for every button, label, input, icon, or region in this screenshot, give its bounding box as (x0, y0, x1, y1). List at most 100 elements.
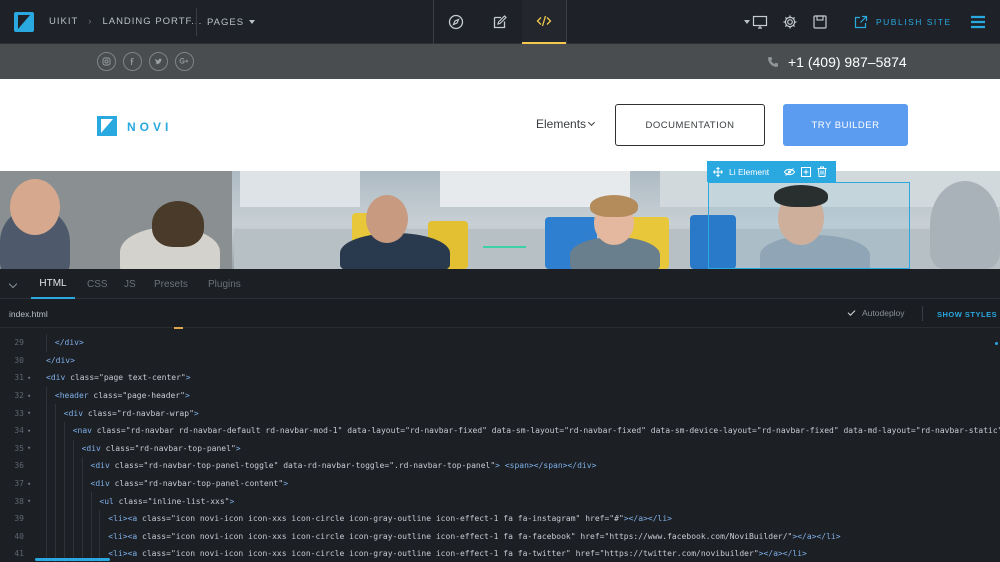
indent-guide (46, 492, 47, 510)
builder-topbar: UIKIT › LANDING PORTF... PAGES PUBLISH S… (0, 0, 1000, 44)
indent-guide (72, 439, 74, 458)
code-line[interactable]: 32 ▾ <header class="page-header"> (0, 386, 1000, 405)
code-line[interactable]: 39 <li><a class="icon novi-icon icon-xxs … (0, 510, 1000, 528)
line-number: 30 (14, 355, 24, 365)
code-text: <header class="page-header"> (54, 391, 190, 401)
twitter-icon[interactable] (149, 52, 168, 71)
tab-presets[interactable]: Presets (154, 269, 188, 299)
selected-element-outline[interactable] (708, 182, 910, 269)
breadcrumb-item-uikit[interactable]: UIKIT (49, 16, 78, 27)
indent-guide (54, 422, 56, 440)
code-text: </div> (46, 355, 75, 365)
fold-arrow-icon[interactable]: ▾ (27, 427, 31, 435)
elements-label: Elements (536, 117, 587, 131)
fold-arrow-icon[interactable]: ▾ (27, 374, 31, 382)
code-text: <li><a class="icon novi-icon icon-xxs ic… (108, 531, 841, 541)
code-line[interactable]: 36 <div class="rd-navbar-top-panel-toggle… (0, 457, 1000, 475)
code-line[interactable]: 29 </div> (0, 334, 1000, 352)
fold-arrow-icon[interactable]: ▾ (27, 409, 31, 417)
facebook-icon[interactable] (123, 52, 142, 71)
tab-js[interactable]: JS (124, 269, 136, 299)
code-line[interactable]: 35 ▾ <div class="rd-navbar-top-panel"> (0, 439, 1000, 458)
collapse-editor-icon[interactable] (8, 279, 18, 289)
code-line[interactable]: 33 ▾ <div class="rd-navbar-wrap"> (0, 404, 1000, 422)
indent-guide (81, 510, 83, 528)
autodeploy-toggle[interactable]: Autodeploy (847, 308, 905, 318)
indent-guide (46, 474, 47, 493)
site-navbar: NOVI Elements DOCUMENTATION TRY BUILDER (0, 79, 1000, 171)
mode-design[interactable] (434, 0, 478, 44)
site-brand[interactable]: NOVI (127, 120, 172, 134)
hero-background-figure (930, 181, 1000, 269)
indent-guide (54, 492, 56, 510)
compass-icon (448, 14, 464, 30)
tab-html[interactable]: HTML (31, 269, 75, 299)
code-line[interactable]: 38 ▾ <ul class="inline-list-xxs"> (0, 492, 1000, 510)
code-text: <li><a class="icon novi-icon icon-xxs ic… (108, 514, 672, 524)
code-line[interactable]: 34 ▾ <nav class="rd-navbar rd-navbar-defau… (0, 422, 1000, 440)
site-top-panel: +1 (409) 987–5874 (0, 44, 1000, 79)
trash-icon[interactable] (817, 166, 827, 177)
visibility-icon[interactable] (784, 167, 796, 177)
fold-arrow-icon[interactable]: ▾ (27, 497, 31, 505)
gear-icon[interactable] (782, 14, 798, 30)
indent-guide (46, 457, 47, 475)
element-type-label: Li Element (729, 166, 770, 177)
tab-css[interactable]: CSS (87, 269, 108, 299)
element-toolbar: Li Element (707, 161, 836, 182)
show-styles-button[interactable]: SHOW STYLES (937, 310, 997, 319)
hero-window (240, 171, 360, 207)
novi-logo-icon[interactable] (14, 12, 34, 32)
move-icon[interactable] (713, 166, 723, 177)
phone-text[interactable]: +1 (409) 987–5874 (788, 54, 907, 70)
indent-guide (46, 510, 47, 528)
breadcrumb-item-project[interactable]: LANDING PORTF... (102, 16, 202, 27)
horizontal-scrollbar[interactable] (35, 558, 110, 561)
line-number: 40 (14, 531, 24, 541)
try-builder-button[interactable]: TRY BUILDER (783, 104, 908, 146)
line-number: 35 (14, 443, 24, 453)
indent-guide (54, 474, 56, 493)
save-icon[interactable] (812, 14, 828, 30)
fold-arrow-icon[interactable]: ▾ (27, 392, 31, 400)
indent-guide (54, 457, 56, 475)
elements-menu[interactable]: Elements (536, 117, 596, 131)
monitor-icon (752, 15, 768, 29)
code-area[interactable]: 29 </div> 30 </div> 31 ▾ <div class="page text… (0, 333, 1000, 562)
indent-guide (46, 422, 47, 440)
pages-dropdown[interactable]: PAGES (196, 8, 256, 36)
code-line[interactable]: 40 <li><a class="icon novi-icon icon-xxs … (0, 527, 1000, 546)
app-root: UIKIT › LANDING PORTF... PAGES PUBLISH S… (0, 0, 1000, 562)
code-line[interactable]: 30 </div> (0, 352, 1000, 370)
indent-guide (81, 492, 83, 510)
line-number: 36 (14, 461, 24, 471)
add-element-icon[interactable] (801, 166, 812, 177)
line-number: 34 (14, 426, 24, 436)
line-number: 32 (14, 391, 24, 401)
fold-arrow-icon[interactable]: ▾ (27, 480, 31, 488)
breadcrumb: UIKIT › LANDING PORTF... (49, 16, 202, 27)
code-line[interactable]: 31 ▾ <div class="page text-center"> (0, 369, 1000, 387)
device-select[interactable] (744, 14, 768, 30)
publish-site-button[interactable]: PUBLISH SITE (854, 0, 952, 44)
fold-arrow-icon[interactable]: ▾ (27, 444, 31, 452)
code-text: <nav class="rd-navbar rd-navbar-default … (72, 426, 1000, 436)
check-icon (847, 308, 856, 316)
indent-guide (63, 457, 65, 475)
site-logo-icon[interactable] (97, 116, 117, 136)
tab-plugins[interactable]: Plugins (208, 269, 241, 299)
indent-guide (63, 422, 65, 440)
mode-edit[interactable] (478, 0, 522, 44)
file-name[interactable]: index.html (9, 309, 48, 319)
vertical-scroll-indicator[interactable] (995, 342, 998, 345)
mode-switcher (433, 0, 567, 44)
indent-guide (72, 527, 74, 546)
hamburger-menu-icon[interactable] (970, 14, 986, 30)
indent-guide (46, 334, 47, 352)
google-plus-icon[interactable] (175, 52, 194, 71)
code-line[interactable]: 37 ▾ <div class="rd-navbar-top-panel-conte… (0, 474, 1000, 493)
instagram-icon[interactable] (97, 52, 116, 71)
code-line[interactable]: 41 <li><a class="icon novi-icon icon-xxs … (0, 545, 1000, 562)
mode-code[interactable] (522, 0, 566, 44)
documentation-button[interactable]: DOCUMENTATION (615, 104, 765, 146)
